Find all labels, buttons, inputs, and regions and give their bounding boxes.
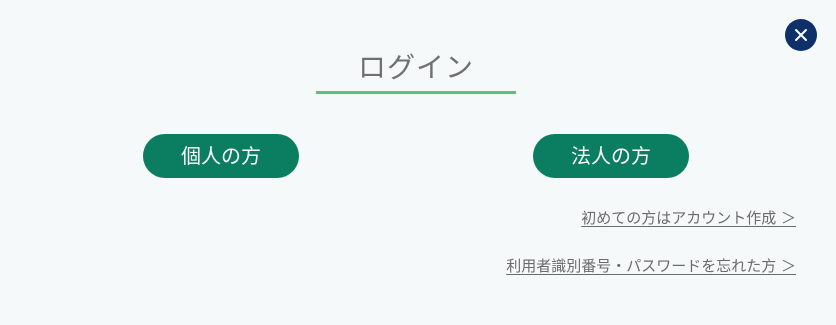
individual-login-button[interactable]: 個人の方 xyxy=(143,134,299,178)
title-underline xyxy=(316,91,516,94)
page-title: ログイン xyxy=(357,51,474,84)
corporate-login-button[interactable]: 法人の方 xyxy=(533,134,689,178)
close-button[interactable] xyxy=(785,19,817,51)
close-icon xyxy=(795,29,807,41)
forgot-credentials-link[interactable]: 利用者識別番号・パスワードを忘れた方 ＞ xyxy=(506,256,796,276)
create-account-link[interactable]: 初めての方はアカウント作成 ＞ xyxy=(581,208,796,228)
